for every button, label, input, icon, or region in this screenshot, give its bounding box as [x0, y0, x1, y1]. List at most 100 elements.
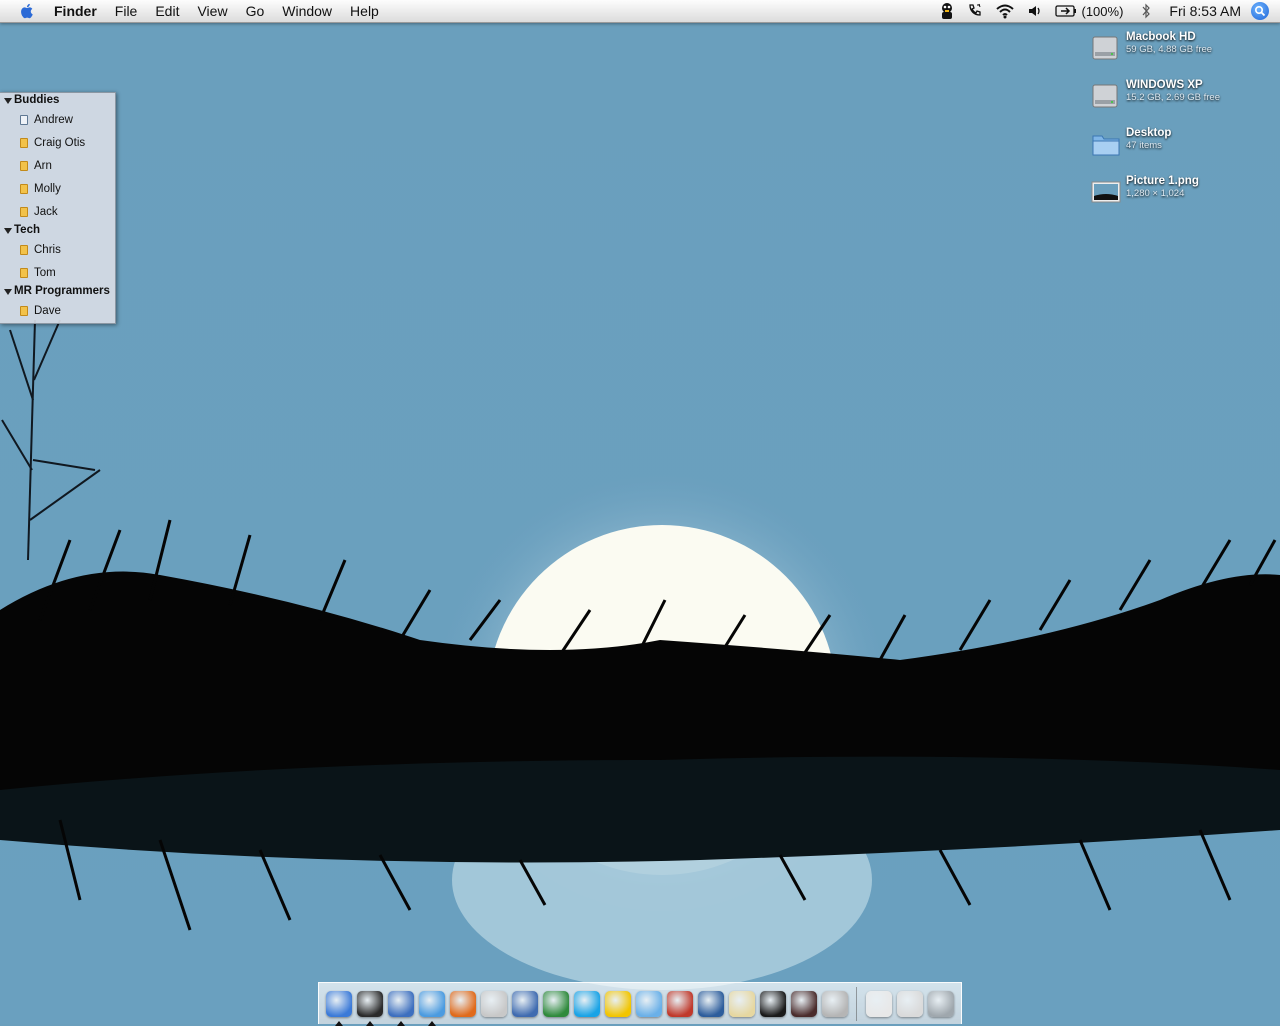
buddy-status-icon: [20, 267, 28, 278]
disclosure-triangle-icon[interactable]: [4, 288, 12, 295]
buddy-item-dave[interactable]: Dave: [0, 299, 115, 322]
dock-item-textedit[interactable]: [728, 989, 755, 1019]
group-name: Tech: [14, 224, 40, 236]
desktop-icon-picture[interactable]: Picture 1.png 1,280 × 1,024: [1090, 174, 1270, 214]
buddy-name: Andrew: [34, 113, 73, 126]
dock-item-itunes[interactable]: [635, 989, 662, 1019]
menu-edit[interactable]: Edit: [146, 0, 188, 22]
buddy-name: Dave: [34, 304, 61, 317]
buddy-list-window[interactable]: Buddies Andrew Craig Otis Arn Molly Jack…: [0, 92, 116, 324]
buddy-item-craig-otis[interactable]: Craig Otis: [0, 131, 115, 154]
dock-item-system-preferences[interactable]: [821, 989, 848, 1019]
cyberduck-icon: [604, 990, 631, 1017]
desktop-icon-macbook-hd[interactable]: Macbook HD 59 GB, 4.88 GB free: [1090, 30, 1270, 70]
buddy-item-molly[interactable]: Molly: [0, 177, 115, 200]
wifi-icon[interactable]: [995, 0, 1015, 22]
desktop-wallpaper: [0, 0, 1280, 1024]
buddy-group-header[interactable]: Buddies: [0, 93, 115, 108]
buddy-item-tom[interactable]: Tom: [0, 261, 115, 284]
hard-drive-icon: [1092, 36, 1118, 60]
running-indicator: [335, 1020, 343, 1026]
buddy-name: Jack: [34, 205, 58, 218]
preview-icon: [511, 990, 538, 1017]
menu-help[interactable]: Help: [341, 0, 388, 22]
menu-go[interactable]: Go: [237, 0, 274, 22]
textedit-icon: [728, 990, 755, 1017]
dock-item-finder[interactable]: [325, 989, 352, 1026]
desktop-icon-info: 59 GB, 4.88 GB free: [1126, 44, 1213, 55]
script-editor-icon: [480, 990, 507, 1017]
desktop-icon-windows-xp[interactable]: WINDOWS XP 15.2 GB, 2.69 GB free: [1090, 78, 1270, 118]
dock-item-cyberduck[interactable]: [604, 989, 631, 1019]
bluetooth-icon[interactable]: [1141, 0, 1151, 22]
buddy-name: Craig Otis: [34, 136, 86, 149]
buddy-status-icon: [20, 160, 28, 171]
finder-icon: [325, 990, 352, 1017]
hard-drive-icon: [1092, 84, 1118, 108]
dock-item-adium[interactable]: [387, 989, 414, 1026]
dock-item-safari[interactable]: [418, 989, 445, 1026]
dock-item-trash[interactable]: [927, 989, 954, 1019]
buddy-item-andrew[interactable]: Andrew: [0, 108, 115, 131]
buddy-status-icon: [20, 206, 28, 217]
desktop-icon-info: 15.2 GB, 2.69 GB free: [1126, 92, 1220, 103]
menu-view[interactable]: View: [188, 0, 236, 22]
dock-item-script-editor[interactable]: [480, 989, 507, 1019]
buddy-name: Tom: [34, 266, 56, 279]
phone-icon[interactable]: [967, 0, 983, 22]
buddy-status-icon: [20, 137, 28, 148]
folder-icon: [1092, 135, 1120, 156]
desktop-icon-desktop-folder[interactable]: Desktop 47 items: [1090, 126, 1270, 166]
desktop-icon-label: Macbook HD: [1126, 31, 1196, 43]
buddy-group-header[interactable]: MR Programmers: [0, 284, 115, 299]
photo-booth-icon: [790, 990, 817, 1017]
dock-item-printer[interactable]: [896, 989, 923, 1019]
dock-item-firefox[interactable]: [449, 989, 476, 1019]
running-indicator: [397, 1020, 405, 1026]
buddy-item-jack[interactable]: Jack: [0, 200, 115, 223]
itunes-icon: [635, 990, 662, 1017]
menu-clock[interactable]: Fri 8:53 AM: [1169, 3, 1241, 19]
trash-icon: [927, 990, 954, 1017]
battery-icon[interactable]: (100%): [1055, 0, 1123, 22]
skype-icon: [573, 990, 600, 1017]
disclosure-triangle-icon[interactable]: [4, 227, 12, 234]
adium-icon: [387, 990, 414, 1017]
volume-icon[interactable]: [1027, 0, 1043, 22]
dock-item-photo-booth[interactable]: [790, 989, 817, 1019]
menu-file[interactable]: File: [106, 0, 147, 22]
dock-item-terminal[interactable]: [759, 989, 786, 1019]
running-indicator: [428, 1020, 436, 1026]
running-indicator: [366, 1020, 374, 1026]
apple-icon[interactable]: [18, 2, 36, 20]
buddy-group-header[interactable]: Tech: [0, 223, 115, 238]
menu-bar: Finder File Edit View Go Window Help (10…: [0, 0, 1280, 23]
dock-item-vmware[interactable]: [666, 989, 693, 1019]
spotlight-icon[interactable]: [1251, 2, 1269, 20]
dock-item-xcode[interactable]: [697, 989, 724, 1019]
buddy-status-icon: [20, 114, 28, 125]
xcode-icon: [697, 990, 724, 1017]
adium-duck-icon[interactable]: [939, 0, 955, 22]
dock-item-dashboard[interactable]: [356, 989, 383, 1026]
dock-item-document[interactable]: [865, 989, 892, 1019]
dock-item-network-globe[interactable]: [542, 989, 569, 1019]
disclosure-triangle-icon[interactable]: [4, 97, 12, 104]
buddy-item-arn[interactable]: Arn: [0, 154, 115, 177]
buddy-name: Arn: [34, 159, 52, 172]
dock-item-skype[interactable]: [573, 989, 600, 1019]
dock-item-preview[interactable]: [511, 989, 538, 1019]
battery-percent: (100%): [1081, 3, 1124, 19]
system-preferences-icon: [821, 990, 848, 1017]
buddy-name: Chris: [34, 243, 61, 256]
document-icon: [865, 990, 892, 1017]
buddy-item-chris[interactable]: Chris: [0, 238, 115, 261]
vmware-icon: [666, 990, 693, 1017]
menu-app-name[interactable]: Finder: [48, 0, 106, 22]
desktop-icon-label: WINDOWS XP: [1126, 79, 1203, 91]
menu-window[interactable]: Window: [273, 0, 341, 22]
buddy-status-icon: [20, 244, 28, 255]
desktop-icon-label: Picture 1.png: [1126, 175, 1199, 187]
group-name: Buddies: [14, 94, 60, 106]
safari-icon: [418, 990, 445, 1017]
